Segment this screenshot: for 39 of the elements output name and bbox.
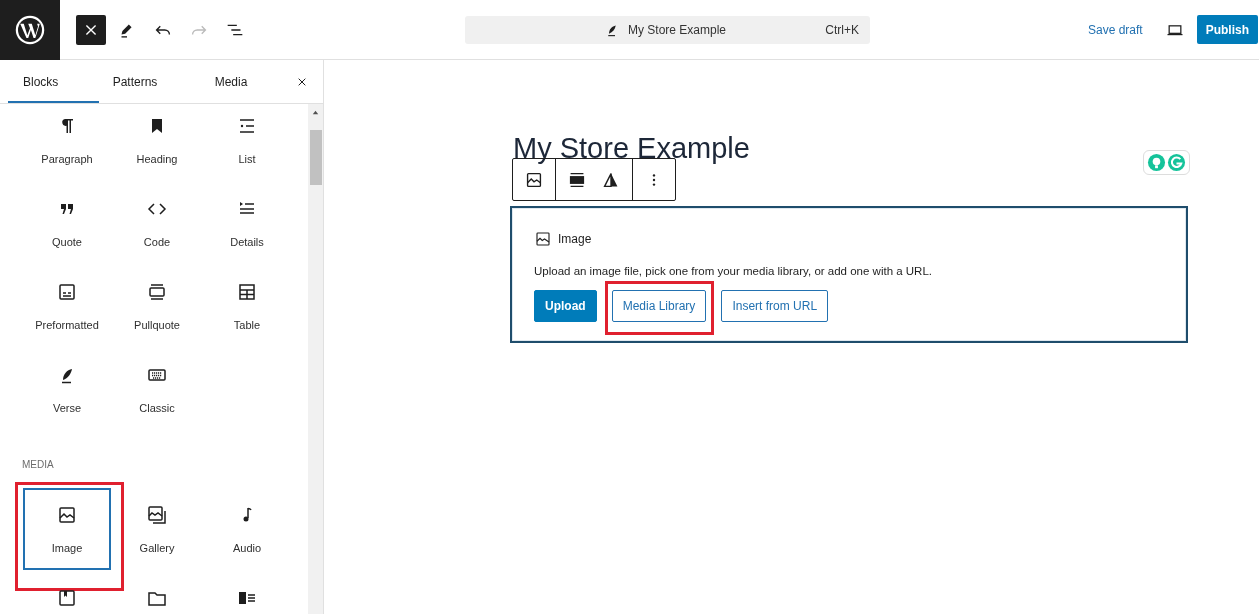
g-circle-icon — [1167, 153, 1186, 172]
block-item[interactable]: Quote — [23, 182, 111, 265]
block-item[interactable]: Classic — [113, 348, 201, 431]
panel-tab[interactable]: Patterns — [99, 60, 171, 103]
secondary-button[interactable]: Media Library — [611, 290, 707, 322]
document-title: My Store Example — [628, 22, 727, 37]
block-item[interactable]: Code — [113, 182, 201, 265]
block-item[interactable]: Preformatted — [23, 265, 111, 348]
image-icon — [534, 230, 552, 248]
category-heading: MEDIA — [21, 459, 55, 471]
block-item[interactable]: Details — [203, 182, 291, 265]
block-item[interactable]: List — [203, 104, 291, 182]
block-item[interactable]: Gallery — [113, 488, 201, 571]
gallery-icon — [145, 503, 169, 527]
secondary-button[interactable]: Insert from URL — [721, 290, 829, 322]
instructions: Upload an image file, pick one from your media library, or add one with a URL. — [534, 265, 933, 277]
block-item[interactable]: Verse — [23, 348, 111, 431]
inserter-button[interactable] — [76, 14, 106, 45]
panel-tab[interactable]: Blocks — [8, 60, 99, 103]
block-label: Image — [558, 232, 592, 246]
logo-icon — [14, 14, 46, 46]
save-draft-button[interactable]: Save draft — [1087, 22, 1143, 37]
scroll-up-icon[interactable] — [311, 108, 320, 117]
block-item[interactable]: Paragraph — [23, 104, 111, 182]
bulb-icon — [1147, 153, 1166, 172]
scrollbar[interactable] — [308, 104, 323, 614]
scroll-thumb[interactable] — [309, 130, 322, 185]
upload-button[interactable]: Upload — [534, 290, 597, 322]
shortcut-hint: Ctrl+K — [825, 22, 859, 37]
command-bar[interactable]: My Store Example Ctrl+K — [465, 15, 870, 44]
post-title[interactable]: My Store Example — [513, 130, 750, 166]
block-item[interactable]: Table — [203, 265, 291, 348]
publish-button[interactable]: Publish — [1196, 15, 1258, 44]
logo-tile[interactable] — [0, 0, 60, 60]
block-item[interactable]: Image — [23, 488, 111, 570]
block-item[interactable]: Pullquote — [113, 265, 201, 348]
block-item[interactable]: Audio — [203, 488, 291, 571]
panel-tab[interactable]: Media — [171, 60, 291, 103]
block-item[interactable]: Heading — [113, 104, 201, 182]
